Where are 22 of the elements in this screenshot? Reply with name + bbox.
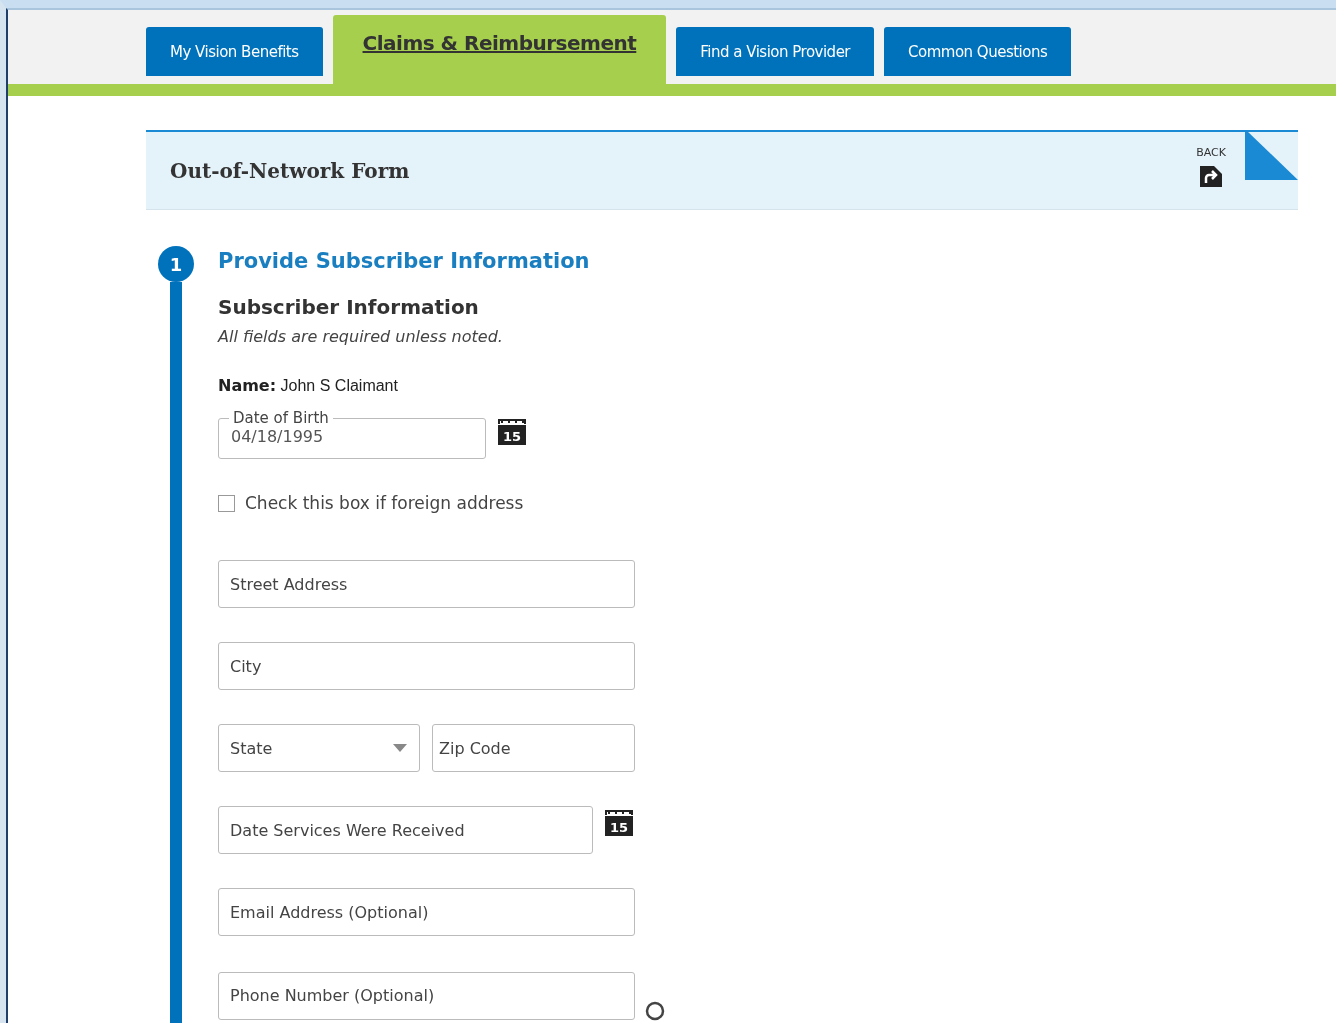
nav-tab[interactable]: Find a Vision Provider [676,27,875,76]
step-number: 1 [158,246,194,282]
date-input[interactable]: 04/18/1995 [231,427,473,446]
subscriber-name: Name: John S Claimant [218,376,399,395]
text-field[interactable]: Zip Code [432,724,635,772]
required-note: All fields are required unless noted. [218,327,504,346]
text-field[interactable]: City [218,642,635,690]
date-of-birth-field[interactable]: Date of Birth 04/18/1995 [218,409,486,459]
date-field[interactable]: Date Services Were Received [218,806,593,854]
nav-tab[interactable]: Claims & Reimbursement [332,15,667,84]
state-select[interactable]: State [218,724,420,772]
nav-tab[interactable]: Common Questions [884,27,1072,76]
section-title: Subscriber Information [218,295,480,319]
checkbox-label: Check this box if foreign address [245,493,524,513]
form-title: Out-of-Network Form [170,158,410,183]
text-field[interactable]: Phone Number (Optional) [218,971,635,1020]
field-label: Date of Birth [232,409,330,427]
step-title: Provide Subscriber Information [218,249,591,273]
text-field[interactable]: Email Address (Optional) [218,888,635,936]
nav-tab[interactable]: My Vision Benefits [146,27,323,76]
text-field[interactable]: Street Address [218,560,635,608]
back-link[interactable]: BACK [1196,146,1226,187]
